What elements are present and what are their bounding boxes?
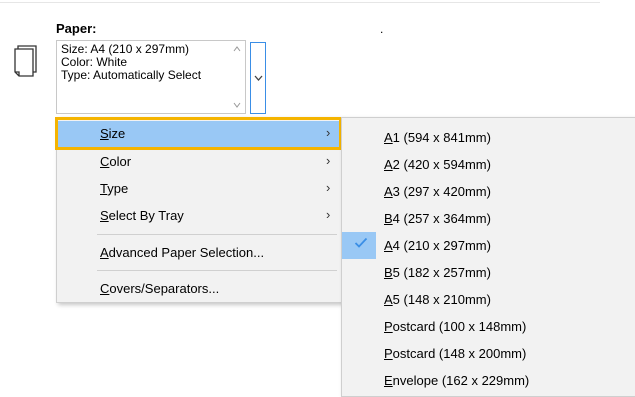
size-option-envelope-162x229[interactable]: Envelope (162 x 229mm) (342, 367, 635, 394)
menu-item-type[interactable]: Type › (58, 176, 341, 202)
size-option-postcard-100x148[interactable]: Postcard (100 x 148mm) (342, 313, 635, 340)
size-option-label: A4 (210 x 297mm) (384, 238, 491, 253)
chevron-right-icon: › (326, 125, 331, 140)
menu-item-label: Color (100, 154, 132, 169)
chevron-down-icon (254, 75, 263, 81)
size-option-a5[interactable]: A5 (148 x 210mm) (342, 286, 635, 313)
size-option-b4[interactable]: B4 (257 x 364mm) (342, 205, 635, 232)
scroll-up-icon[interactable] (233, 45, 241, 53)
size-option-label: Envelope (162 x 229mm) (384, 373, 530, 388)
paper-info-text: Size: A4 (210 x 297mm) Color: White Type… (61, 42, 202, 82)
size-option-postcard-148x200[interactable]: Postcard (148 x 200mm) (342, 340, 635, 367)
menu-item-label: Covers/Separators... (100, 281, 220, 296)
paper-info-box: Size: A4 (210 x 297mm) Color: White Type… (56, 40, 246, 114)
menu-separator (97, 234, 337, 235)
menu-item-select-by-tray[interactable]: Select By Tray › (58, 203, 341, 229)
size-option-label: A1 (594 x 841mm) (384, 130, 491, 145)
size-option-a2[interactable]: A2 (420 x 594mm) (342, 151, 635, 178)
size-option-label: B5 (182 x 257mm) (384, 265, 491, 280)
scroll-down-icon[interactable] (233, 101, 241, 109)
menu-item-covers-separators[interactable]: Covers/Separators... (58, 276, 341, 302)
paper-context-menu: Size › Color › Type › Select By Tray › A… (56, 117, 343, 303)
size-option-b5[interactable]: B5 (182 x 257mm) (342, 259, 635, 286)
size-option-label: B4 (257 x 364mm) (384, 211, 491, 226)
menu-item-label: Type (100, 181, 129, 196)
menu-item-color[interactable]: Color › (58, 149, 341, 175)
size-option-a3[interactable]: A3 (297 x 420mm) (342, 178, 635, 205)
paper-stack-icon (14, 45, 37, 77)
stray-dot: . (380, 22, 384, 36)
size-option-label: A2 (420 x 594mm) (384, 157, 491, 172)
menu-item-label: Size (100, 126, 126, 141)
size-option-a1[interactable]: A1 (594 x 841mm) (342, 124, 635, 151)
menu-item-size[interactable]: Size › (58, 121, 341, 147)
paper-dropdown-button[interactable] (250, 42, 266, 114)
chevron-right-icon: › (326, 207, 331, 222)
info-scrollbar[interactable] (230, 41, 245, 113)
top-divider (0, 2, 600, 3)
checkmark-icon (354, 237, 368, 248)
size-submenu: A1 (594 x 841mm) A2 (420 x 594mm) A3 (29… (341, 117, 635, 397)
chevron-right-icon: › (326, 180, 331, 195)
size-option-a4[interactable]: A4 (210 x 297mm) (342, 232, 635, 259)
menu-item-advanced-paper-selection[interactable]: Advanced Paper Selection... (58, 240, 341, 266)
menu-separator (97, 270, 337, 271)
size-option-label: Postcard (100 x 148mm) (384, 319, 527, 334)
paper-section-title: Paper: (56, 21, 97, 36)
size-option-label: A3 (297 x 420mm) (384, 184, 491, 199)
menu-item-label: Select By Tray (100, 208, 184, 223)
size-option-label: A5 (148 x 210mm) (384, 292, 491, 307)
menu-item-label: Advanced Paper Selection... (100, 245, 265, 260)
size-option-label: Postcard (148 x 200mm) (384, 346, 527, 361)
chevron-right-icon: › (326, 153, 331, 168)
